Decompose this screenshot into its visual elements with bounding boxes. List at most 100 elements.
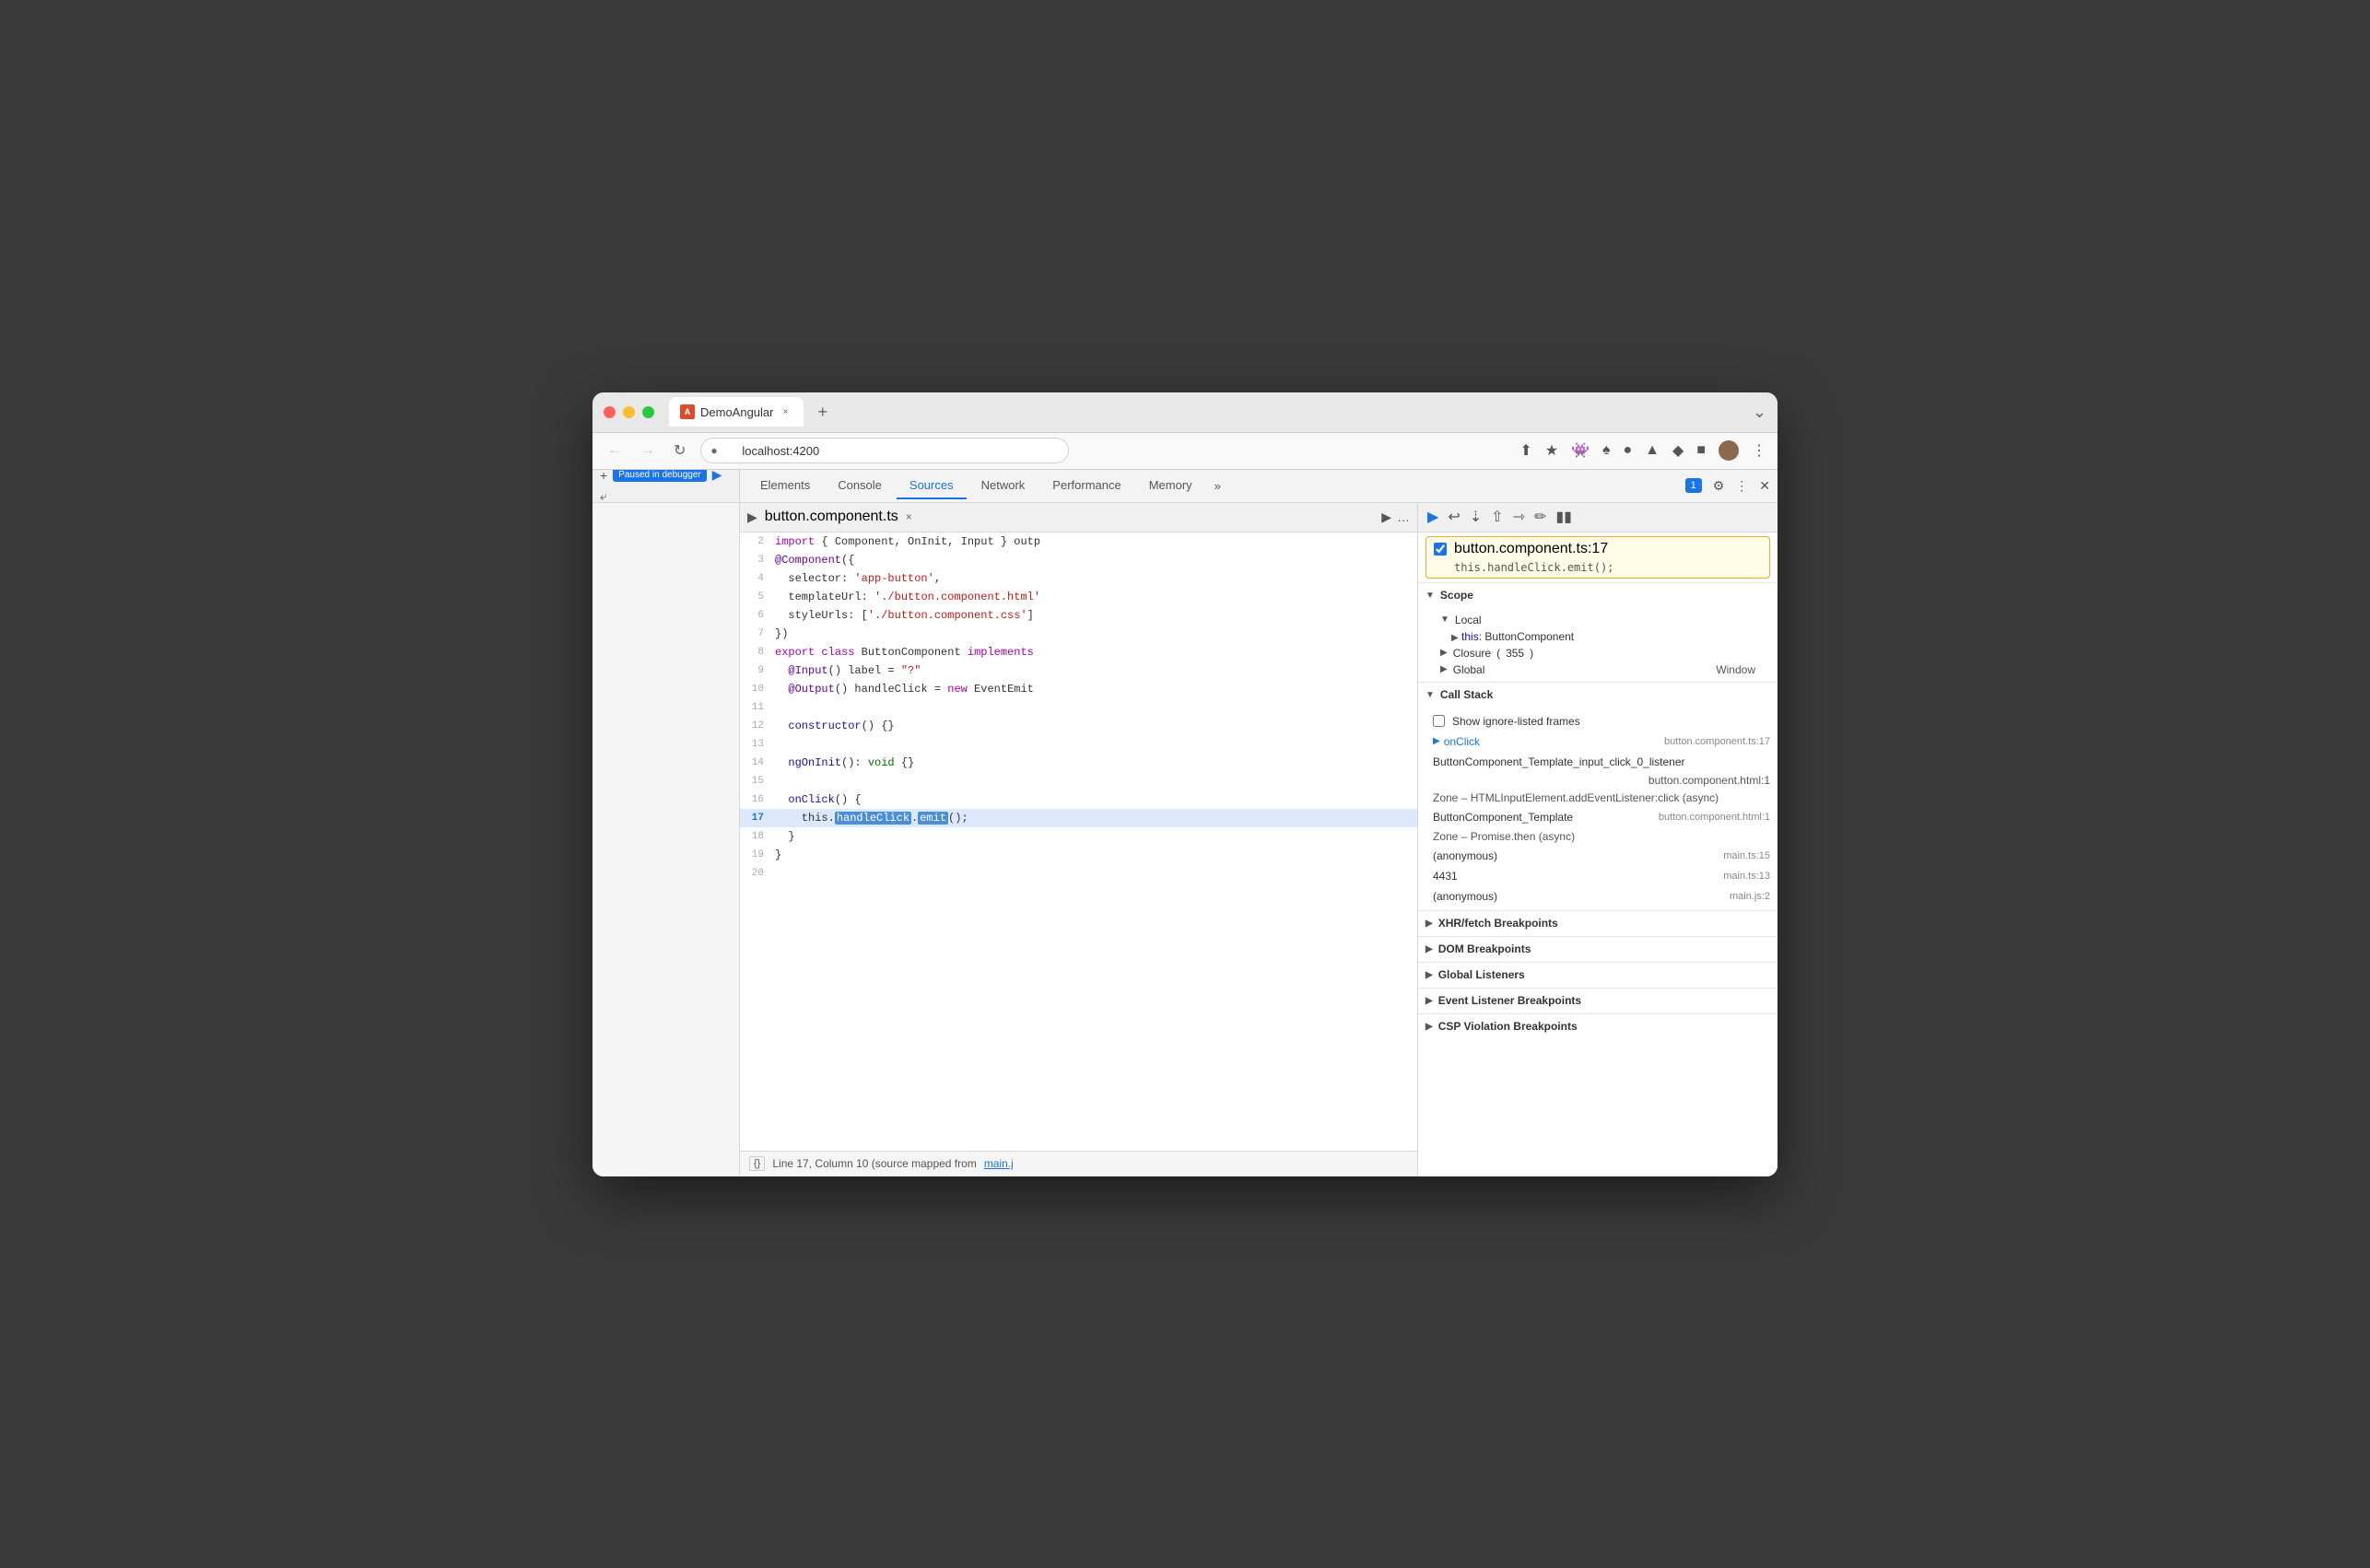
- code-line-11: 11: [740, 698, 1417, 717]
- code-line-13: 13: [740, 735, 1417, 754]
- callstack-bc-template-name: ButtonComponent_Template: [1433, 811, 1659, 824]
- resume-button[interactable]: ▶: [712, 470, 722, 484]
- browser-tab[interactable]: A DemoAngular ×: [669, 397, 804, 427]
- breakpoint-file-line: button.component.ts:17: [1454, 541, 1608, 557]
- reload-button[interactable]: ↻: [670, 438, 689, 463]
- show-ignore-checkbox[interactable]: [1433, 715, 1445, 727]
- local-this-item[interactable]: ▶ this: ButtonComponent: [1418, 628, 1778, 645]
- callstack-4431[interactable]: 4431 main.ts:13: [1418, 866, 1778, 886]
- callstack-template-listener[interactable]: ButtonComponent_Template_input_click_0_l…: [1418, 752, 1778, 772]
- callstack-onclick[interactable]: ▶ onClick button.component.ts:17: [1418, 731, 1778, 752]
- event-listener-breakpoints-header[interactable]: ▶ Event Listener Breakpoints: [1418, 988, 1778, 1013]
- back-button[interactable]: ←: [604, 439, 626, 462]
- code-line-9: 9 @Input() label = "?": [740, 661, 1417, 680]
- callstack-section-header[interactable]: ▼ Call Stack: [1418, 682, 1778, 708]
- code-line-14: 14 ngOnInit(): void {}: [740, 754, 1417, 772]
- step-out-button[interactable]: ⇧: [1491, 508, 1503, 526]
- callstack-anon-2-loc: main.js:2: [1730, 891, 1770, 902]
- settings-button[interactable]: ⚙: [1713, 478, 1725, 494]
- minimize-button[interactable]: [623, 406, 635, 418]
- callstack-anon-2[interactable]: (anonymous) main.js:2: [1418, 886, 1778, 907]
- lock-icon: ●: [710, 444, 717, 457]
- bookmark-icon[interactable]: ★: [1545, 441, 1558, 460]
- extension5-icon[interactable]: ◆: [1672, 441, 1684, 460]
- extension4-icon[interactable]: ▲: [1645, 442, 1660, 459]
- callstack-buttoncomponent-template[interactable]: ButtonComponent_Template button.componen…: [1418, 807, 1778, 827]
- global-listeners-label: Global Listeners: [1438, 968, 1525, 981]
- step-over-debugger-button[interactable]: ↩: [1448, 508, 1460, 526]
- share-icon[interactable]: ⬆: [1519, 441, 1531, 460]
- forward-button[interactable]: →: [637, 439, 659, 462]
- xhr-breakpoints-header[interactable]: ▶ XHR/fetch Breakpoints: [1418, 910, 1778, 936]
- avatar-icon[interactable]: [1719, 440, 1739, 461]
- closure-arrow: ▶: [1440, 648, 1448, 658]
- devtools-close-button[interactable]: ✕: [1759, 478, 1770, 494]
- dom-breakpoints-label: DOM Breakpoints: [1438, 942, 1531, 955]
- pause-on-exceptions-button[interactable]: ▮▮: [1555, 508, 1572, 526]
- tab-performance[interactable]: Performance: [1039, 473, 1133, 499]
- new-tab-button[interactable]: +: [811, 403, 836, 422]
- source-more-button[interactable]: …: [1397, 509, 1410, 525]
- breakpoint-code: this.handleClick.emit();: [1434, 561, 1762, 574]
- code-line-20: 20: [740, 864, 1417, 883]
- address-input[interactable]: ● localhost:4200: [700, 438, 1069, 463]
- extension3-icon[interactable]: ●: [1624, 442, 1633, 459]
- extension2-icon[interactable]: ♠: [1602, 442, 1611, 459]
- scope-content: ▼ Local ▶ this: ButtonComponent ▶ Closur…: [1418, 608, 1778, 682]
- closure-scope-item[interactable]: ▶ Closure (355): [1418, 645, 1778, 661]
- tab-elements[interactable]: Elements: [747, 473, 823, 499]
- tab-close-button[interactable]: ×: [780, 405, 792, 418]
- tab-console[interactable]: Console: [825, 473, 895, 499]
- global-arrow: ▶: [1440, 664, 1448, 674]
- global-scope-item[interactable]: ▶ Global Window: [1418, 661, 1778, 678]
- code-line-19: 19 }: [740, 846, 1417, 864]
- csp-breakpoints-header[interactable]: ▶ CSP Violation Breakpoints: [1418, 1013, 1778, 1039]
- extension6-icon[interactable]: ■: [1696, 442, 1706, 459]
- source-file-close[interactable]: ×: [906, 510, 912, 523]
- scope-section-header[interactable]: ▼ Scope: [1418, 582, 1778, 608]
- local-scope-item[interactable]: ▼ Local: [1418, 612, 1778, 628]
- step-into-button[interactable]: ⇣: [1470, 508, 1482, 526]
- more-tabs-button[interactable]: »: [1207, 474, 1228, 498]
- callstack-onclick-loc: button.component.ts:17: [1664, 736, 1770, 747]
- tab-network[interactable]: Network: [968, 473, 1038, 499]
- breakpoint-checkbox[interactable]: [1434, 543, 1447, 556]
- callstack-4431-name: 4431: [1433, 870, 1723, 883]
- window-chevron[interactable]: ⌄: [1753, 403, 1766, 422]
- left-panel: + Paused in debugger ▶ ⤶: [592, 470, 740, 1176]
- devtools-more-button[interactable]: ⋮: [1735, 478, 1748, 494]
- tab-sources[interactable]: Sources: [897, 473, 967, 499]
- tab-memory[interactable]: Memory: [1136, 473, 1205, 499]
- closure-num: 355: [1506, 647, 1524, 660]
- devtools-tabs: Elements Console Sources Network Perform…: [740, 470, 1778, 503]
- global-listeners-header[interactable]: ▶ Global Listeners: [1418, 962, 1778, 988]
- code-line-10: 10 @Output() handleClick = new EventEmit: [740, 680, 1417, 698]
- code-line-2: 2 import { Component, OnInit, Input } ou…: [740, 532, 1417, 551]
- dom-breakpoints-header[interactable]: ▶ DOM Breakpoints: [1418, 936, 1778, 962]
- show-ignore-label: Show ignore-listed frames: [1452, 715, 1580, 728]
- source-panel: ▶ button.component.ts × ▶ … 2 import { C…: [740, 503, 1418, 1176]
- menu-icon[interactable]: ⋮: [1752, 441, 1766, 460]
- callstack-anon-1[interactable]: (anonymous) main.ts:15: [1418, 846, 1778, 866]
- close-button[interactable]: [604, 406, 616, 418]
- extensions-icon[interactable]: 👾: [1571, 441, 1590, 460]
- step-over-button[interactable]: ⤶: [600, 488, 607, 504]
- source-link[interactable]: main.j: [984, 1157, 1014, 1170]
- source-panel-toggle[interactable]: ▶: [747, 509, 757, 525]
- scope-arrow: ▼: [1426, 591, 1435, 601]
- source-file-name: button.component.ts: [765, 509, 898, 525]
- code-line-12: 12 constructor() {}: [740, 717, 1417, 735]
- chat-icon[interactable]: 1: [1685, 478, 1702, 493]
- format-button[interactable]: ▶: [1381, 509, 1391, 525]
- callstack-template-listener-name: ButtonComponent_Template_input_click_0_l…: [1433, 755, 1770, 768]
- step-button[interactable]: ⇾: [1513, 508, 1525, 526]
- deactivate-breakpoints-button[interactable]: ✏: [1534, 508, 1546, 526]
- status-bar: {} Line 17, Column 10 (source mapped fro…: [740, 1151, 1417, 1176]
- resume-debugger-button[interactable]: ▶: [1427, 508, 1438, 526]
- add-source-button[interactable]: +: [600, 470, 607, 483]
- maximize-button[interactable]: [642, 406, 654, 418]
- code-editor[interactable]: 2 import { Component, OnInit, Input } ou…: [740, 532, 1417, 1151]
- callstack-onclick-name: onClick: [1444, 735, 1664, 748]
- callstack-arrow-item: ▶: [1433, 736, 1440, 746]
- source-format-button[interactable]: {}: [749, 1156, 765, 1171]
